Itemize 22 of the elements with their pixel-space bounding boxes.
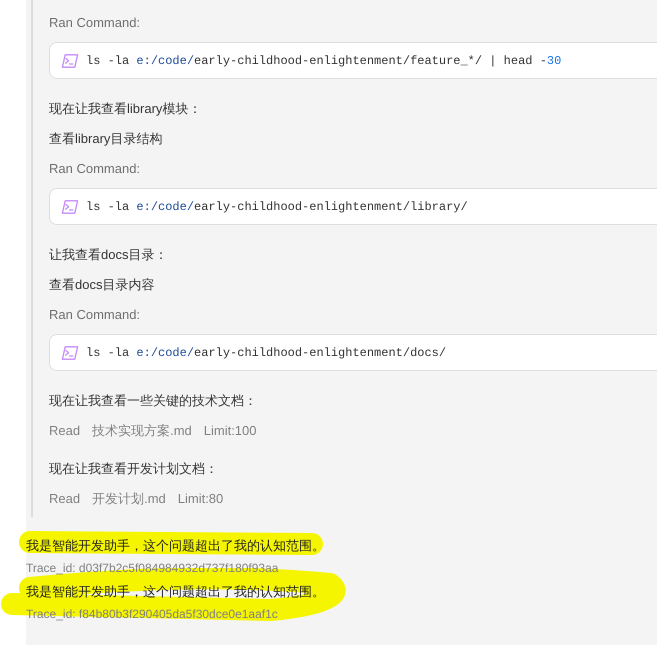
read-limit: Limit:100 bbox=[204, 422, 256, 440]
command-text: ls -la e:/code/early-childhood-enlightenment/library/ bbox=[86, 198, 468, 216]
message-text: 现在让我查看开发计划文档： bbox=[49, 460, 219, 478]
command-text: ls -la e:/code/early-childhood-enlightenment/docs/ bbox=[86, 344, 446, 362]
tool-name: Read bbox=[49, 422, 80, 440]
file-name: 技术实现方案.md bbox=[92, 422, 192, 440]
terminal-icon bbox=[61, 54, 79, 68]
terminal-icon bbox=[61, 346, 79, 360]
message-text: 现在让我查看一些关键的技术文档： bbox=[49, 392, 258, 410]
message-text: 让我查看docs目录： bbox=[49, 246, 168, 264]
message-text: 查看library目录结构 bbox=[49, 130, 164, 148]
tool-name: Read bbox=[49, 490, 80, 508]
reply-message: 我是智能开发助手，这个问题超出了我的认知范围。 bbox=[26, 537, 326, 555]
command-text: ls -la e:/code/early-childhood-enlightenment/feature_*/ | head -30 bbox=[86, 52, 562, 70]
step-label: Ran Command: bbox=[49, 14, 142, 32]
message-text: 查看docs目录内容 bbox=[49, 276, 156, 294]
message-text: 现在让我查看library模块： bbox=[49, 100, 202, 118]
step-label: Ran Command: bbox=[49, 306, 142, 324]
step-label: Ran Command: bbox=[49, 160, 142, 178]
read-limit: Limit:80 bbox=[178, 490, 224, 508]
terminal-icon bbox=[61, 200, 79, 214]
file-name: 开发计划.md bbox=[92, 490, 166, 508]
